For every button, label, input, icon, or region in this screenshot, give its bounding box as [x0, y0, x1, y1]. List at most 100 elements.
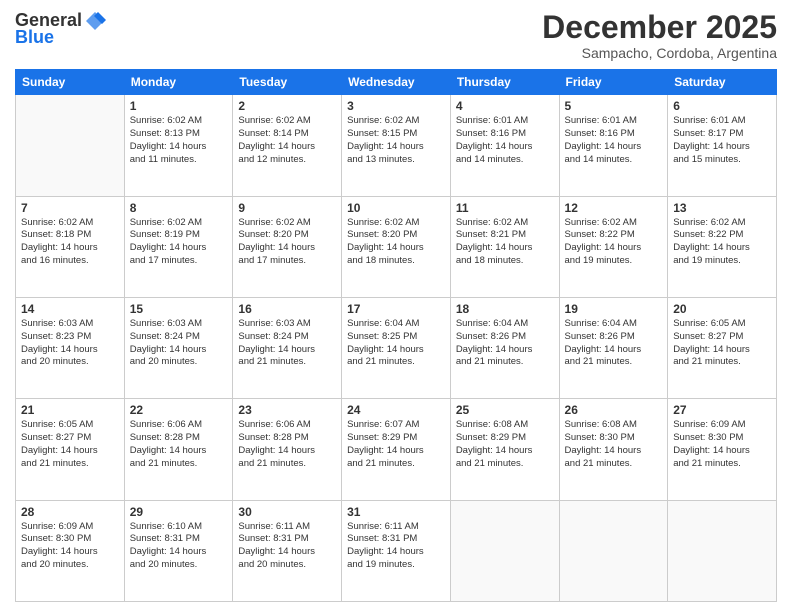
table-row: 20 Sunrise: 6:05 AM Sunset: 8:27 PM Dayli…: [668, 297, 777, 398]
cell-info: Sunrise: 6:03 AM Sunset: 8:24 PM Dayligh…: [130, 318, 228, 369]
cell-day-number: 19: [565, 302, 663, 316]
logo: General Blue: [15, 10, 106, 48]
cell-day-number: 13: [673, 201, 771, 215]
cell-day-number: 24: [347, 403, 445, 417]
table-row: 21 Sunrise: 6:05 AM Sunset: 8:27 PM Dayli…: [16, 399, 125, 500]
table-row: 26 Sunrise: 6:08 AM Sunset: 8:30 PM Dayli…: [559, 399, 668, 500]
table-row: 16Sunrise: 6:03 AM Sunset: 8:24 PM Dayli…: [233, 297, 342, 398]
col-wednesday: Wednesday: [342, 70, 451, 95]
cell-info: Sunrise: 6:02 AM Sunset: 8:14 PM Dayligh…: [238, 115, 336, 166]
cell-info: Sunrise: 6:05 AM Sunset: 8:27 PM Dayligh…: [673, 318, 771, 369]
cell-day-number: 5: [565, 99, 663, 113]
table-row: 4 Sunrise: 6:01 AM Sunset: 8:16 PM Daylig…: [450, 95, 559, 196]
table-row: 10 Sunrise: 6:02 AM Sunset: 8:20 PM Dayli…: [342, 196, 451, 297]
cell-day-number: 16: [238, 302, 336, 316]
table-row: [668, 500, 777, 601]
cell-day-number: 7: [21, 201, 119, 215]
calendar-table: Sunday Monday Tuesday Wednesday Thursday…: [15, 69, 777, 602]
col-tuesday: Tuesday: [233, 70, 342, 95]
cell-info: Sunrise: 6:01 AM Sunset: 8:16 PM Dayligh…: [565, 115, 663, 166]
cell-day-number: 31: [347, 505, 445, 519]
table-row: 13 Sunrise: 6:02 AM Sunset: 8:22 PM Dayli…: [668, 196, 777, 297]
table-row: [559, 500, 668, 601]
cell-info: Sunrise: 6:02 AM Sunset: 8:21 PM Dayligh…: [456, 217, 554, 268]
cell-day-number: 14: [21, 302, 119, 316]
cell-day-number: 15: [130, 302, 228, 316]
cell-info: Sunrise: 6:08 AM Sunset: 8:30 PM Dayligh…: [565, 419, 663, 470]
table-row: 31 Sunrise: 6:11 AM Sunset: 8:31 PM Dayli…: [342, 500, 451, 601]
cell-day-number: 25: [456, 403, 554, 417]
cell-day-number: 9: [238, 201, 336, 215]
cell-info: Sunrise: 6:09 AM Sunset: 8:30 PM Dayligh…: [673, 419, 771, 470]
table-row: 17Sunrise: 6:04 AM Sunset: 8:25 PM Dayli…: [342, 297, 451, 398]
col-sunday: Sunday: [16, 70, 125, 95]
table-row: 5 Sunrise: 6:01 AM Sunset: 8:16 PM Daylig…: [559, 95, 668, 196]
calendar-week-row: 21 Sunrise: 6:05 AM Sunset: 8:27 PM Dayli…: [16, 399, 777, 500]
calendar-week-row: 14 Sunrise: 6:03 AM Sunset: 8:23 PM Dayli…: [16, 297, 777, 398]
table-row: 1Sunrise: 6:02 AM Sunset: 8:13 PM Daylig…: [124, 95, 233, 196]
cell-info: Sunrise: 6:07 AM Sunset: 8:29 PM Dayligh…: [347, 419, 445, 470]
calendar-week-row: 7 Sunrise: 6:02 AM Sunset: 8:18 PM Daylig…: [16, 196, 777, 297]
table-row: 29 Sunrise: 6:10 AM Sunset: 8:31 PM Dayli…: [124, 500, 233, 601]
cell-info: Sunrise: 6:01 AM Sunset: 8:16 PM Dayligh…: [456, 115, 554, 166]
cell-info: Sunrise: 6:02 AM Sunset: 8:22 PM Dayligh…: [673, 217, 771, 268]
calendar-header-row: Sunday Monday Tuesday Wednesday Thursday…: [16, 70, 777, 95]
cell-info: Sunrise: 6:02 AM Sunset: 8:19 PM Dayligh…: [130, 217, 228, 268]
table-row: 19Sunrise: 6:04 AM Sunset: 8:26 PM Dayli…: [559, 297, 668, 398]
cell-info: Sunrise: 6:03 AM Sunset: 8:23 PM Dayligh…: [21, 318, 119, 369]
cell-info: Sunrise: 6:09 AM Sunset: 8:30 PM Dayligh…: [21, 521, 119, 572]
cell-day-number: 29: [130, 505, 228, 519]
cell-info: Sunrise: 6:10 AM Sunset: 8:31 PM Dayligh…: [130, 521, 228, 572]
cell-info: Sunrise: 6:02 AM Sunset: 8:20 PM Dayligh…: [347, 217, 445, 268]
table-row: 3 Sunrise: 6:02 AM Sunset: 8:15 PM Daylig…: [342, 95, 451, 196]
cell-info: Sunrise: 6:06 AM Sunset: 8:28 PM Dayligh…: [130, 419, 228, 470]
cell-info: Sunrise: 6:11 AM Sunset: 8:31 PM Dayligh…: [347, 521, 445, 572]
cell-day-number: 8: [130, 201, 228, 215]
calendar-week-row: 28 Sunrise: 6:09 AM Sunset: 8:30 PM Dayli…: [16, 500, 777, 601]
table-row: 2Sunrise: 6:02 AM Sunset: 8:14 PM Daylig…: [233, 95, 342, 196]
cell-day-number: 18: [456, 302, 554, 316]
cell-info: Sunrise: 6:05 AM Sunset: 8:27 PM Dayligh…: [21, 419, 119, 470]
cell-day-number: 11: [456, 201, 554, 215]
cell-day-number: 21: [21, 403, 119, 417]
location-subtitle: Sampacho, Cordoba, Argentina: [542, 45, 777, 61]
table-row: 24 Sunrise: 6:07 AM Sunset: 8:29 PM Dayli…: [342, 399, 451, 500]
cell-info: Sunrise: 6:02 AM Sunset: 8:20 PM Dayligh…: [238, 217, 336, 268]
table-row: 30Sunrise: 6:11 AM Sunset: 8:31 PM Dayli…: [233, 500, 342, 601]
cell-info: Sunrise: 6:04 AM Sunset: 8:26 PM Dayligh…: [456, 318, 554, 369]
table-row: 12Sunrise: 6:02 AM Sunset: 8:22 PM Dayli…: [559, 196, 668, 297]
col-friday: Friday: [559, 70, 668, 95]
cell-day-number: 22: [130, 403, 228, 417]
cell-day-number: 10: [347, 201, 445, 215]
table-row: 6Sunrise: 6:01 AM Sunset: 8:17 PM Daylig…: [668, 95, 777, 196]
table-row: 14 Sunrise: 6:03 AM Sunset: 8:23 PM Dayli…: [16, 297, 125, 398]
cell-day-number: 28: [21, 505, 119, 519]
cell-day-number: 3: [347, 99, 445, 113]
cell-info: Sunrise: 6:01 AM Sunset: 8:17 PM Dayligh…: [673, 115, 771, 166]
cell-info: Sunrise: 6:02 AM Sunset: 8:18 PM Dayligh…: [21, 217, 119, 268]
cell-day-number: 27: [673, 403, 771, 417]
cell-info: Sunrise: 6:02 AM Sunset: 8:15 PM Dayligh…: [347, 115, 445, 166]
table-row: [450, 500, 559, 601]
cell-day-number: 26: [565, 403, 663, 417]
table-row: 11 Sunrise: 6:02 AM Sunset: 8:21 PM Dayli…: [450, 196, 559, 297]
table-row: 15 Sunrise: 6:03 AM Sunset: 8:24 PM Dayli…: [124, 297, 233, 398]
table-row: 22 Sunrise: 6:06 AM Sunset: 8:28 PM Dayli…: [124, 399, 233, 500]
col-thursday: Thursday: [450, 70, 559, 95]
table-row: 27 Sunrise: 6:09 AM Sunset: 8:30 PM Dayli…: [668, 399, 777, 500]
table-row: 18 Sunrise: 6:04 AM Sunset: 8:26 PM Dayli…: [450, 297, 559, 398]
cell-day-number: 20: [673, 302, 771, 316]
cell-info: Sunrise: 6:02 AM Sunset: 8:13 PM Dayligh…: [130, 115, 228, 166]
cell-info: Sunrise: 6:02 AM Sunset: 8:22 PM Dayligh…: [565, 217, 663, 268]
table-row: 8 Sunrise: 6:02 AM Sunset: 8:19 PM Daylig…: [124, 196, 233, 297]
cell-day-number: 23: [238, 403, 336, 417]
cell-day-number: 30: [238, 505, 336, 519]
cell-info: Sunrise: 6:08 AM Sunset: 8:29 PM Dayligh…: [456, 419, 554, 470]
title-block: December 2025 Sampacho, Cordoba, Argenti…: [542, 10, 777, 61]
table-row: 9 Sunrise: 6:02 AM Sunset: 8:20 PM Daylig…: [233, 196, 342, 297]
table-row: [16, 95, 125, 196]
cell-day-number: 4: [456, 99, 554, 113]
cell-day-number: 17: [347, 302, 445, 316]
header: General Blue December 2025 Sampacho, Cor…: [15, 10, 777, 61]
logo-icon: [84, 10, 106, 32]
